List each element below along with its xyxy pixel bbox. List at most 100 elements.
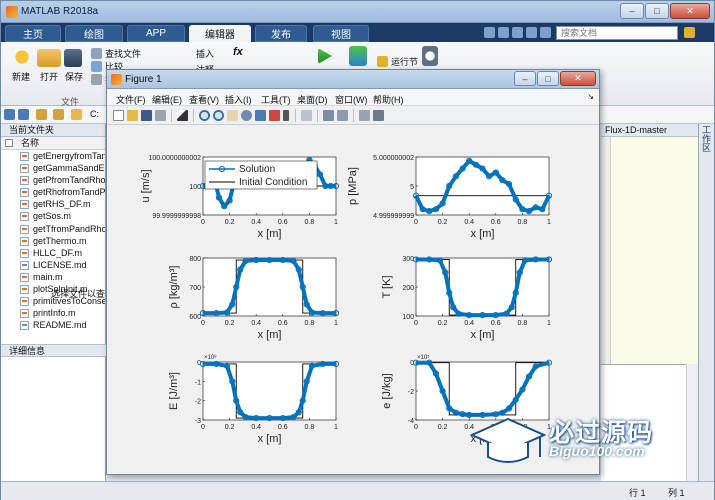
run-advance-icon[interactable] [349,46,367,66]
tab-publish[interactable]: 发布 [255,25,307,42]
file-list-item[interactable]: getEnergyfromTand [1,150,105,162]
up-folder-icon[interactable] [36,109,47,120]
dock-arrow-icon[interactable]: ↘ [587,92,594,101]
search-documentation-input[interactable]: 搜索文档 [556,26,678,40]
file-list-item[interactable]: getRhofromTandP. [1,186,105,198]
rotate-icon[interactable] [241,110,252,121]
pointer-icon[interactable] [177,110,188,121]
file-list-item[interactable]: getPfromTandRho. [1,174,105,186]
matlab-logo-icon [6,6,18,18]
copy-quick-icon[interactable] [512,27,523,38]
open-button-label[interactable]: 打开 [40,70,58,83]
insert-button[interactable]: 插入 [196,47,214,60]
menu-window[interactable]: 窗口(W) [335,93,368,106]
file-list-item[interactable]: LICENSE.md [1,259,105,271]
tab-view[interactable]: 视图 [313,25,369,42]
vertical-scrollbar[interactable] [686,364,698,481]
maximize-button[interactable]: □ [645,3,669,19]
help-quick-icon[interactable] [540,27,551,38]
editor-tab[interactable]: Flux-1D-master [601,124,698,137]
brush-icon[interactable] [269,110,280,121]
figure-toolbar [107,106,599,125]
minimize-button[interactable]: – [620,3,644,19]
run-icon[interactable] [318,48,332,64]
file-list-item[interactable]: getThermo.m [1,235,105,247]
menu-help[interactable]: 帮助(H) [373,93,404,106]
open-file-icon[interactable] [127,110,138,121]
figure-maximize-button[interactable]: □ [537,71,559,86]
run-and-time-icon[interactable] [422,46,438,66]
file-list-item[interactable]: getSos.m [1,210,105,222]
watermark-url: Biguo100.com [549,443,645,459]
file-list-item[interactable]: getTfromPandRho. [1,223,105,235]
fx-button[interactable]: fx [233,46,243,58]
link-plot-icon[interactable] [301,110,312,121]
cut-quick-icon[interactable] [498,27,509,38]
show-plot-tools-icon[interactable] [373,110,384,121]
save-icon[interactable] [64,49,82,67]
menu-insert[interactable]: 插入(I) [225,93,252,106]
file-name: README.md [33,320,87,331]
notification-icon[interactable] [684,27,695,38]
workspace-label[interactable]: 工作区 [700,125,713,152]
file-list-item[interactable]: getGammaSandEOS [1,162,105,174]
name-column-header[interactable]: 名称 [1,137,105,150]
pan-icon[interactable] [227,110,238,121]
file-list-item[interactable]: HLLC_DF.m [1,247,105,259]
run-section-icon [377,56,388,67]
select-all-checkbox[interactable] [5,139,13,147]
tab-plots[interactable]: 绘图 [65,25,123,42]
save-button-label[interactable]: 保存 [65,70,83,83]
x-tick-label: 0.4 [251,320,261,327]
menu-file[interactable]: 文件(F) [116,93,146,106]
x-tick-label: 0.2 [225,320,235,327]
brush-dropdown-icon[interactable] [283,110,289,121]
menu-view[interactable]: 查看(V) [189,93,219,106]
file-list-item[interactable]: README.md [1,319,105,331]
file-name: getEnergyfromTand [33,151,105,161]
figure-close-button[interactable]: ✕ [560,71,596,86]
colorbar-icon[interactable] [323,110,334,121]
save-quick-icon[interactable] [484,27,495,38]
legend-entry-solution: Solution [239,164,275,175]
current-path[interactable]: C: [90,109,99,119]
zoom-in-icon[interactable] [199,110,210,121]
save-figure-icon[interactable] [141,110,152,121]
zoom-out-icon[interactable] [213,110,224,121]
print-icon [91,74,102,85]
forward-icon[interactable] [18,109,29,120]
tab-apps[interactable]: APP [127,25,185,42]
axes-box [415,257,550,317]
y-tick-label: 99.9999999998 [152,213,201,220]
menu-desktop[interactable]: 桌面(D) [297,93,328,106]
legend-icon[interactable] [337,110,348,121]
tab-editor[interactable]: 编辑器 [189,25,251,42]
tab-home[interactable]: 主页 [5,25,61,42]
run-section-button[interactable]: 运行节 [377,55,418,68]
workspace-strip[interactable] [698,124,714,500]
data-cursor-icon[interactable] [255,110,266,121]
new-figure-icon[interactable] [113,110,124,121]
close-button[interactable]: ✕ [670,3,710,19]
browse-folder-icon[interactable] [53,109,64,120]
file-list-item[interactable]: printInfo.m [1,307,105,319]
figure-minimize-button[interactable]: – [514,71,536,86]
x-tick-label: 1 [334,320,338,327]
y-tick-label: 100 [402,314,414,321]
new-button-label[interactable]: 新建 [12,70,30,83]
details-placeholder: 选择文件以查看 [51,289,115,299]
editor-area[interactable] [601,124,698,364]
file-list-item[interactable]: getRHS_DF.m [1,198,105,210]
back-icon[interactable] [4,109,15,120]
print-figure-icon[interactable] [155,110,166,121]
new-icon[interactable] [10,46,34,68]
hide-plot-tools-icon[interactable] [359,110,370,121]
file-list-item[interactable]: main.m [1,271,105,283]
menu-edit[interactable]: 编辑(E) [152,93,182,106]
menu-tools[interactable]: 工具(T) [261,93,291,106]
undo-quick-icon[interactable] [526,27,537,38]
open-icon[interactable] [37,49,61,67]
watermark: 必过源码 Biguo100.com [470,413,675,469]
find-files-button[interactable]: 查找文件 [91,47,141,60]
axes-box [202,361,337,421]
